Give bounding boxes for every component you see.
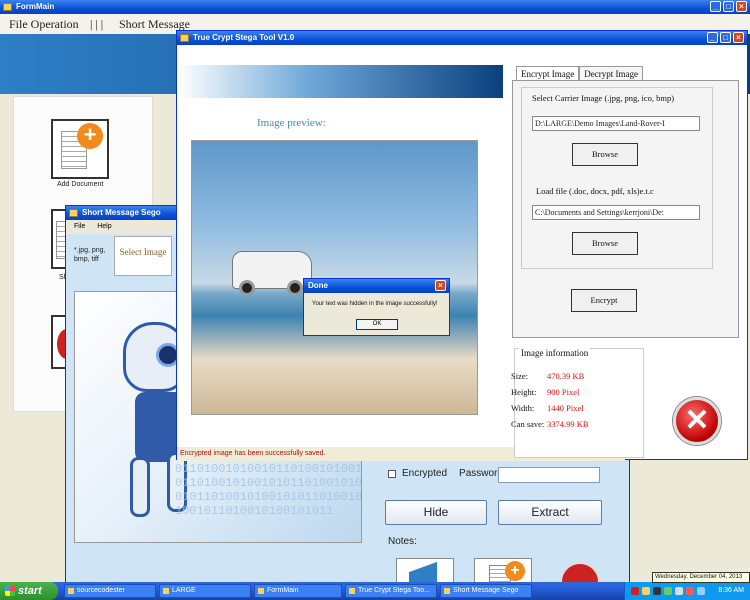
task-stega-tool[interactable]: True Crypt Stega Too... — [345, 584, 437, 598]
image-information-title: Image information — [519, 348, 591, 358]
window-title: Short Message Sego — [82, 208, 161, 217]
encrypted-checkbox[interactable] — [388, 469, 396, 478]
dialog-message: Your text was hidden in the image succes… — [312, 301, 438, 307]
close-button[interactable]: × — [435, 280, 446, 291]
image-preview-title: Image preview: — [257, 117, 326, 129]
date-tooltip: Wednesday, December 04, 2013 — [652, 572, 750, 583]
info-key: Height: — [511, 387, 537, 397]
tray-icon[interactable] — [686, 587, 694, 595]
tray-icon[interactable] — [675, 587, 683, 595]
minimize-button[interactable]: _ — [710, 1, 721, 12]
select-image-button[interactable]: Select Image — [114, 236, 172, 276]
ok-button[interactable]: OK — [356, 319, 398, 330]
notes-label: Notes: — [388, 536, 417, 547]
plus-icon: + — [77, 123, 103, 149]
hide-button[interactable]: Hide — [385, 500, 487, 525]
start-label: start — [18, 585, 42, 597]
stega-titlebar[interactable]: True Crypt Stega Tool V1.0 _ □ × — [177, 31, 747, 45]
start-button[interactable]: start — [0, 582, 58, 600]
tray-icon[interactable] — [631, 587, 639, 595]
info-key: Size: — [511, 371, 528, 381]
close-icon[interactable]: ✕ — [673, 397, 721, 445]
app-icon — [69, 209, 78, 217]
info-value: 3374.99 KB — [547, 419, 589, 429]
dialog-titlebar[interactable]: Done × — [304, 279, 449, 293]
windows-flag-icon — [5, 586, 15, 596]
info-key: Can save: — [511, 419, 545, 429]
password-label: Password — [459, 468, 503, 479]
add-document-button[interactable]: + — [51, 119, 109, 179]
car-image — [232, 251, 312, 296]
task-large[interactable]: LARGE — [159, 584, 251, 598]
file-types-label: *.jpg, png, bmp, tiff — [74, 247, 106, 263]
robot-leg — [130, 457, 150, 517]
tray-icon[interactable] — [642, 587, 650, 595]
task-short-message[interactable]: Short Message Sego — [440, 584, 532, 598]
maximize-button[interactable]: □ — [723, 1, 734, 12]
tray-icon[interactable] — [664, 587, 672, 595]
window-title: FormMain — [16, 2, 55, 11]
encrypted-row: Encrypted Password — [388, 468, 503, 479]
taskbar: start sourcecodester LARGE FormMain True… — [0, 582, 750, 600]
info-value: 1440 Pixel — [547, 403, 584, 413]
task-formmain[interactable]: FormMain — [254, 584, 342, 598]
plus-icon: + — [505, 561, 525, 581]
window-title: True Crypt Stega Tool V1.0 — [193, 33, 295, 42]
info-value: 470.39 KB — [547, 371, 585, 381]
browse-carrier-button[interactable]: Browse — [572, 143, 638, 166]
image-information-group: Image information Size: 470.39 KB Height:… — [511, 348, 644, 458]
minimize-button[interactable]: _ — [707, 32, 718, 43]
menu-separator: | | | — [90, 17, 104, 31]
info-row-can-save: Can save: 3374.99 KB — [511, 419, 589, 429]
info-value: 900 Pixel — [547, 387, 580, 397]
load-file-path-field[interactable]: C:\Documents and Settings\kerrjoni\De: — [532, 205, 700, 220]
system-tray: 8:36 AM — [624, 582, 750, 600]
browse-file-button[interactable]: Browse — [572, 232, 638, 255]
encrypted-label: Encrypted — [402, 468, 448, 479]
stega-tool-window: True Crypt Stega Tool V1.0 _ □ × Image p… — [176, 30, 748, 461]
extract-button[interactable]: Extract — [498, 500, 602, 525]
carrier-path-field[interactable]: D:\LARGE\Demo Images\Land-Rover-I — [532, 116, 700, 131]
header-banner — [178, 65, 503, 98]
tray-icon[interactable] — [697, 587, 705, 595]
wheel — [239, 280, 255, 296]
dialog-title: Done — [308, 281, 328, 290]
password-input[interactable] — [498, 467, 600, 483]
add-document-label: Add Document — [57, 181, 104, 188]
maximize-button[interactable]: □ — [720, 32, 731, 43]
app-icon — [180, 34, 189, 42]
menu-help[interactable]: Help — [97, 223, 111, 230]
info-row-height: Height: 900 Pixel — [511, 387, 579, 397]
task-sourcecodester[interactable]: sourcecodester — [64, 584, 156, 598]
input-group: Select Carrier Image (.jpg, png, ico, bm… — [521, 87, 713, 269]
app-icon — [3, 3, 12, 11]
menu-file-operation[interactable]: File Operation — [9, 14, 79, 34]
stega-client-area: Image preview: Encrypted image has been … — [177, 45, 747, 461]
clock[interactable]: 8:36 AM — [718, 582, 744, 600]
info-row-size: Size: 470.39 KB — [511, 371, 584, 381]
close-button[interactable]: × — [733, 32, 744, 43]
carrier-image-label: Select Carrier Image (.jpg, png, ico, bm… — [532, 93, 675, 103]
wheel — [287, 280, 303, 296]
menu-file[interactable]: File — [74, 223, 85, 230]
info-key: Width: — [511, 403, 535, 413]
info-row-width: Width: 1440 Pixel — [511, 403, 584, 413]
formmain-titlebar[interactable]: FormMain _ □ × — [0, 0, 750, 14]
load-file-label: Load file (.doc, docx, pdf, xls)e.t.c — [536, 186, 654, 196]
close-button[interactable]: × — [736, 1, 747, 12]
encrypt-button[interactable]: Encrypt — [571, 289, 637, 312]
tray-icon[interactable] — [653, 587, 661, 595]
binary-pattern: 0110100101001011010010100101101001010010… — [175, 462, 362, 518]
encrypt-tab-panel: Select Carrier Image (.jpg, png, ico, bm… — [512, 80, 739, 338]
done-dialog: Done × Your text was hidden in the image… — [303, 278, 450, 336]
